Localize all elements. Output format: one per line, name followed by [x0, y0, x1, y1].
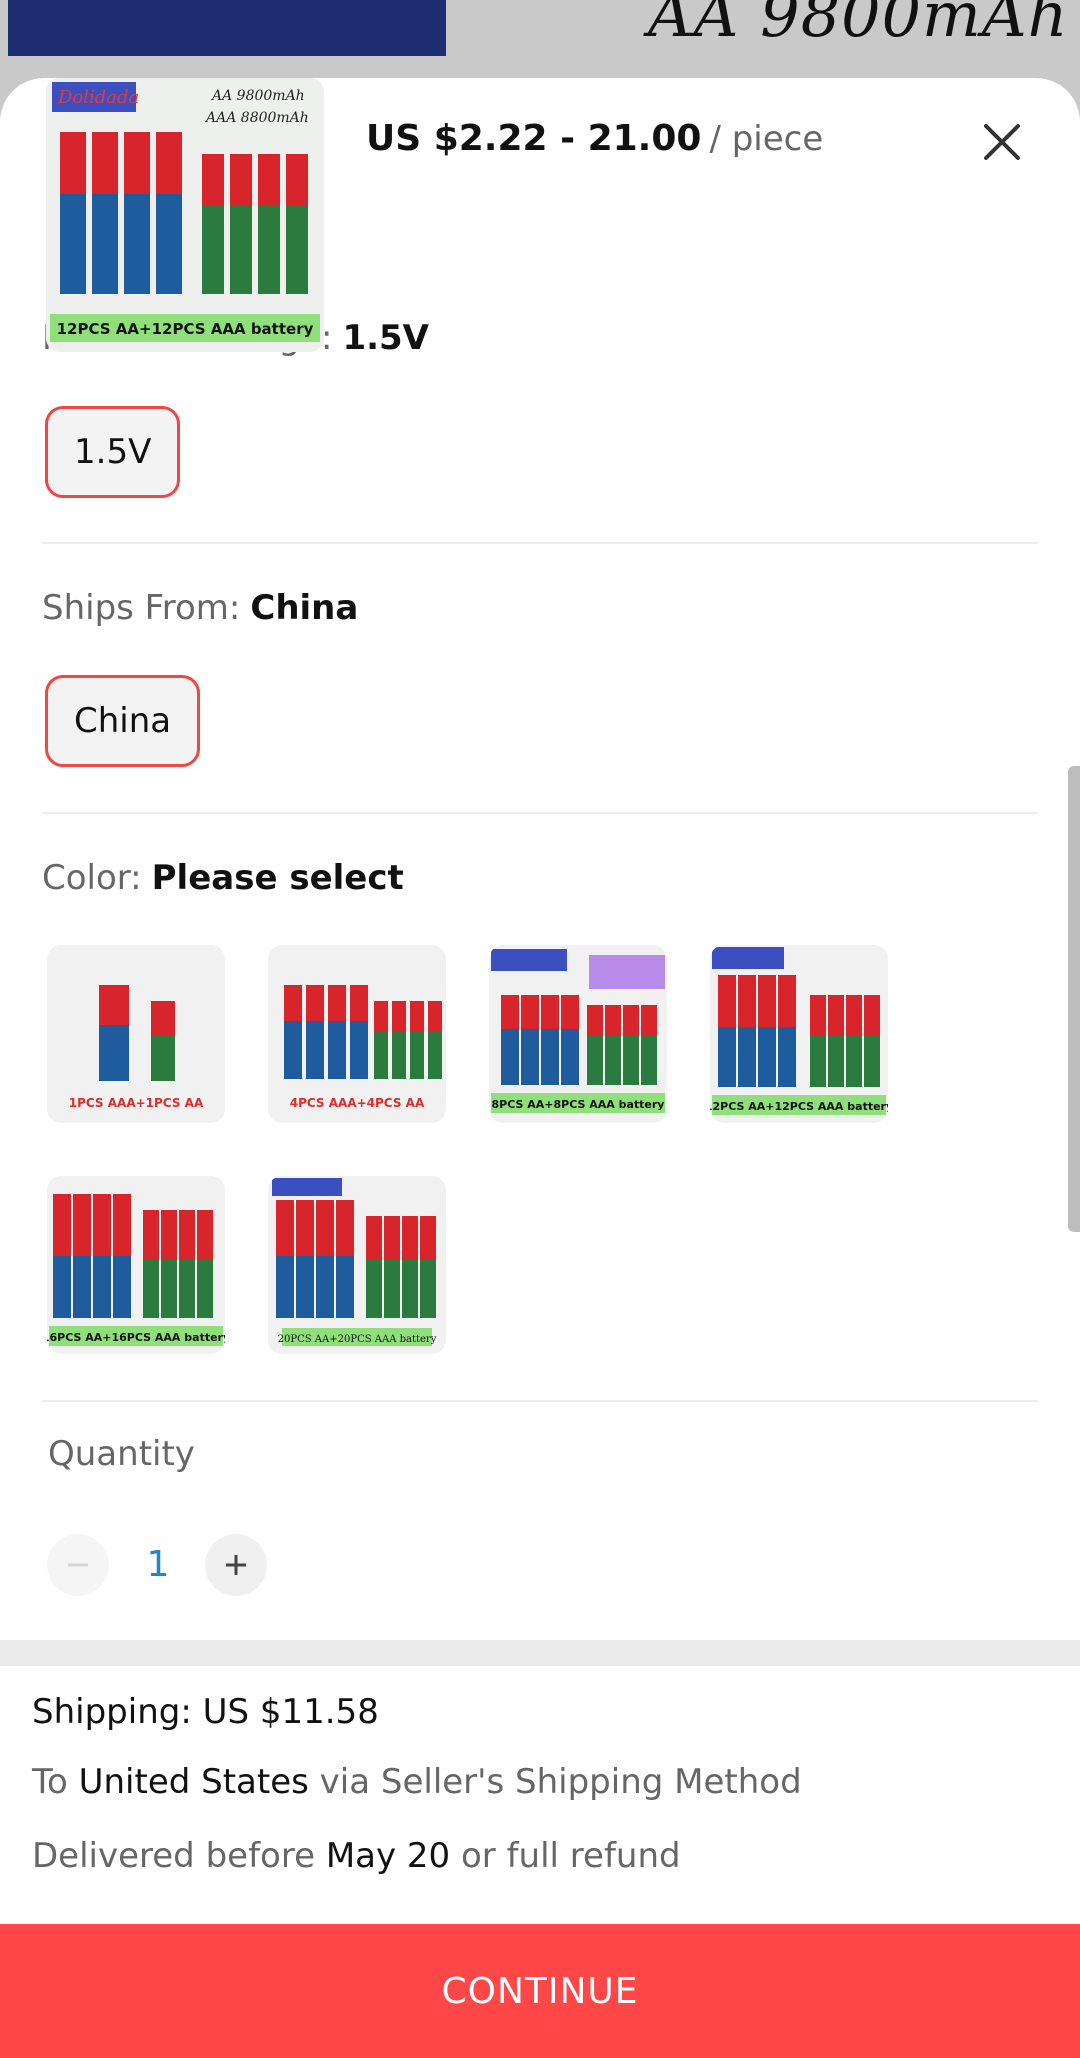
delivered-date: May 20	[325, 1836, 451, 1876]
shipping-country: United States	[78, 1762, 309, 1802]
battery-image: 12PCS AA+12PCS AAA battery	[710, 947, 888, 1115]
backdrop-banner	[8, 0, 446, 56]
swatch-caption: 1PCS AAA+1PCS AA	[69, 1096, 204, 1110]
swatch-caption: 20PCS AA+20PCS AAA battery	[278, 1334, 437, 1345]
ships-from-selected-value: China	[250, 588, 359, 628]
delivered-prefix: Delivered before	[32, 1836, 315, 1876]
continue-button[interactable]: CONTINUE	[0, 1924, 1080, 2058]
shipping-to-prefix: To	[32, 1762, 68, 1802]
quantity-value[interactable]: 1	[138, 1544, 178, 1585]
delivery-guarantee: Delivered before May 20 or full refund	[32, 1836, 681, 1876]
swatch-caption: 4PCS AAA+4PCS AA	[290, 1096, 425, 1110]
quantity-decrement-button[interactable]	[47, 1534, 109, 1596]
battery-pack-image: Dolidada AA 9800mAh AAA 8800mAh 12PCS AA…	[46, 78, 324, 352]
swatch-caption: 12PCS AA+12PCS AAA battery	[710, 1100, 888, 1113]
divider	[42, 1400, 1038, 1402]
spec-line-2: AAA 8800mAh	[204, 110, 309, 126]
color-label: Color:	[42, 858, 142, 898]
battery-image: 20PCS AA+20PCS AAA battery	[272, 1178, 437, 1346]
color-option-1[interactable]: 1PCS AAA+1PCS AA	[47, 945, 225, 1123]
plus-icon	[226, 1555, 246, 1575]
section-separator	[0, 1640, 1080, 1666]
shipping-destination[interactable]: To United States via Seller's Shipping M…	[32, 1762, 802, 1802]
selected-product-image: Dolidada AA 9800mAh AAA 8800mAh 12PCS AA…	[46, 78, 324, 352]
backdrop-caption: AA 9800mAh	[648, 0, 1069, 51]
color-option-4[interactable]: 12PCS AA+12PCS AAA battery	[710, 945, 888, 1123]
ships-from-option-china[interactable]: China	[45, 675, 201, 767]
ships-from-label: Ships From:	[42, 588, 241, 628]
battery-image: 4PCS AAA+4PCS AA	[284, 985, 442, 1110]
spec-line-1: AA 9800mAh	[210, 88, 305, 104]
battery-image: 8PCS AA+8PCS AAA battery	[491, 949, 665, 1113]
scrollbar-thumb[interactable]	[1068, 766, 1080, 1232]
price-value: US $2.22 - 21.00	[366, 118, 702, 159]
shipping-cost: Shipping: US $11.58	[32, 1692, 379, 1732]
delivered-suffix: or full refund	[461, 1836, 681, 1876]
shipping-method: via Seller's Shipping Method	[319, 1762, 802, 1802]
voltage-selected-value: 1.5V	[342, 318, 429, 358]
divider	[42, 542, 1038, 544]
main-image-caption: 12PCS AA+12PCS AAA battery	[57, 320, 314, 338]
brand-text: Dolidada	[57, 87, 139, 108]
battery-image: 1PCS AAA+1PCS AA	[69, 985, 204, 1110]
swatch-caption: 8PCS AA+8PCS AAA battery	[492, 1098, 665, 1111]
sku-selector-sheet: Dolidada AA 9800mAh AAA 8800mAh 12PCS AA…	[0, 78, 1080, 2058]
voltage-option-1-5v[interactable]: 1.5V	[45, 406, 181, 498]
price-unit: / piece	[709, 119, 824, 159]
minus-icon	[68, 1563, 88, 1567]
close-button[interactable]	[976, 116, 1028, 168]
color-option-6[interactable]: 20PCS AA+20PCS AAA battery	[268, 1176, 446, 1354]
color-selected-value: Please select	[151, 858, 404, 898]
color-label-row: Color: Please select	[42, 858, 404, 898]
swatch-caption: 16PCS AA+16PCS AAA battery	[47, 1331, 225, 1344]
ships-from-label-row: Ships From: China	[42, 588, 358, 628]
color-option-5[interactable]: 16PCS AA+16PCS AAA battery	[47, 1176, 225, 1354]
close-icon	[984, 124, 1020, 160]
quantity-label: Quantity	[48, 1434, 195, 1474]
divider	[42, 812, 1038, 814]
color-option-2[interactable]: 4PCS AAA+4PCS AA	[268, 945, 446, 1123]
color-option-3[interactable]: 8PCS AA+8PCS AAA battery	[489, 945, 667, 1123]
price-range: US $2.22 - 21.00/ piece	[366, 118, 823, 159]
battery-image: 16PCS AA+16PCS AAA battery	[47, 1194, 225, 1346]
quantity-increment-button[interactable]	[205, 1534, 267, 1596]
